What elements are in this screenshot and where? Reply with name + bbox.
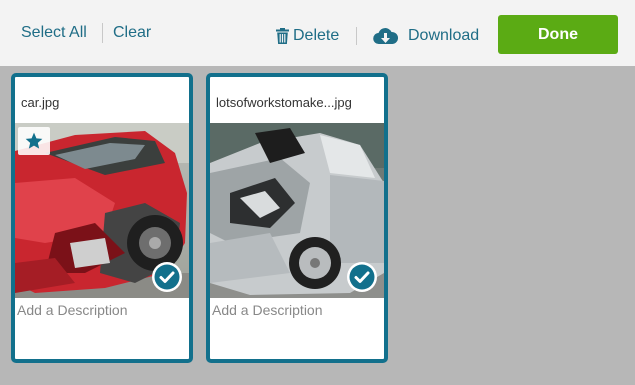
select-all-link[interactable]: Select All — [21, 23, 87, 43]
cloud-download-icon — [373, 28, 398, 45]
trash-icon — [276, 28, 289, 44]
divider — [356, 27, 357, 45]
check-circle-icon[interactable] — [346, 261, 378, 293]
star-icon — [25, 132, 43, 149]
delete-label: Delete — [293, 27, 340, 44]
clear-link[interactable]: Clear — [113, 23, 151, 43]
description-input[interactable] — [212, 302, 380, 318]
favorite-badge[interactable] — [18, 127, 50, 155]
photo-card[interactable]: car.jpg — [11, 73, 193, 363]
toolbar: Select All Clear Delete Download Done — [0, 0, 635, 66]
download-button[interactable]: Download — [373, 26, 479, 46]
photo-card[interactable]: lotsofworkstomake...jpg — [206, 73, 388, 363]
photo-filename: lotsofworkstomake...jpg — [216, 95, 352, 110]
check-circle-icon[interactable] — [151, 261, 183, 293]
description-input[interactable] — [17, 302, 185, 318]
delete-button[interactable]: Delete — [276, 26, 339, 46]
photo-filename: car.jpg — [21, 95, 60, 110]
download-label: Download — [408, 27, 480, 44]
divider — [102, 23, 103, 43]
done-button[interactable]: Done — [498, 15, 618, 54]
